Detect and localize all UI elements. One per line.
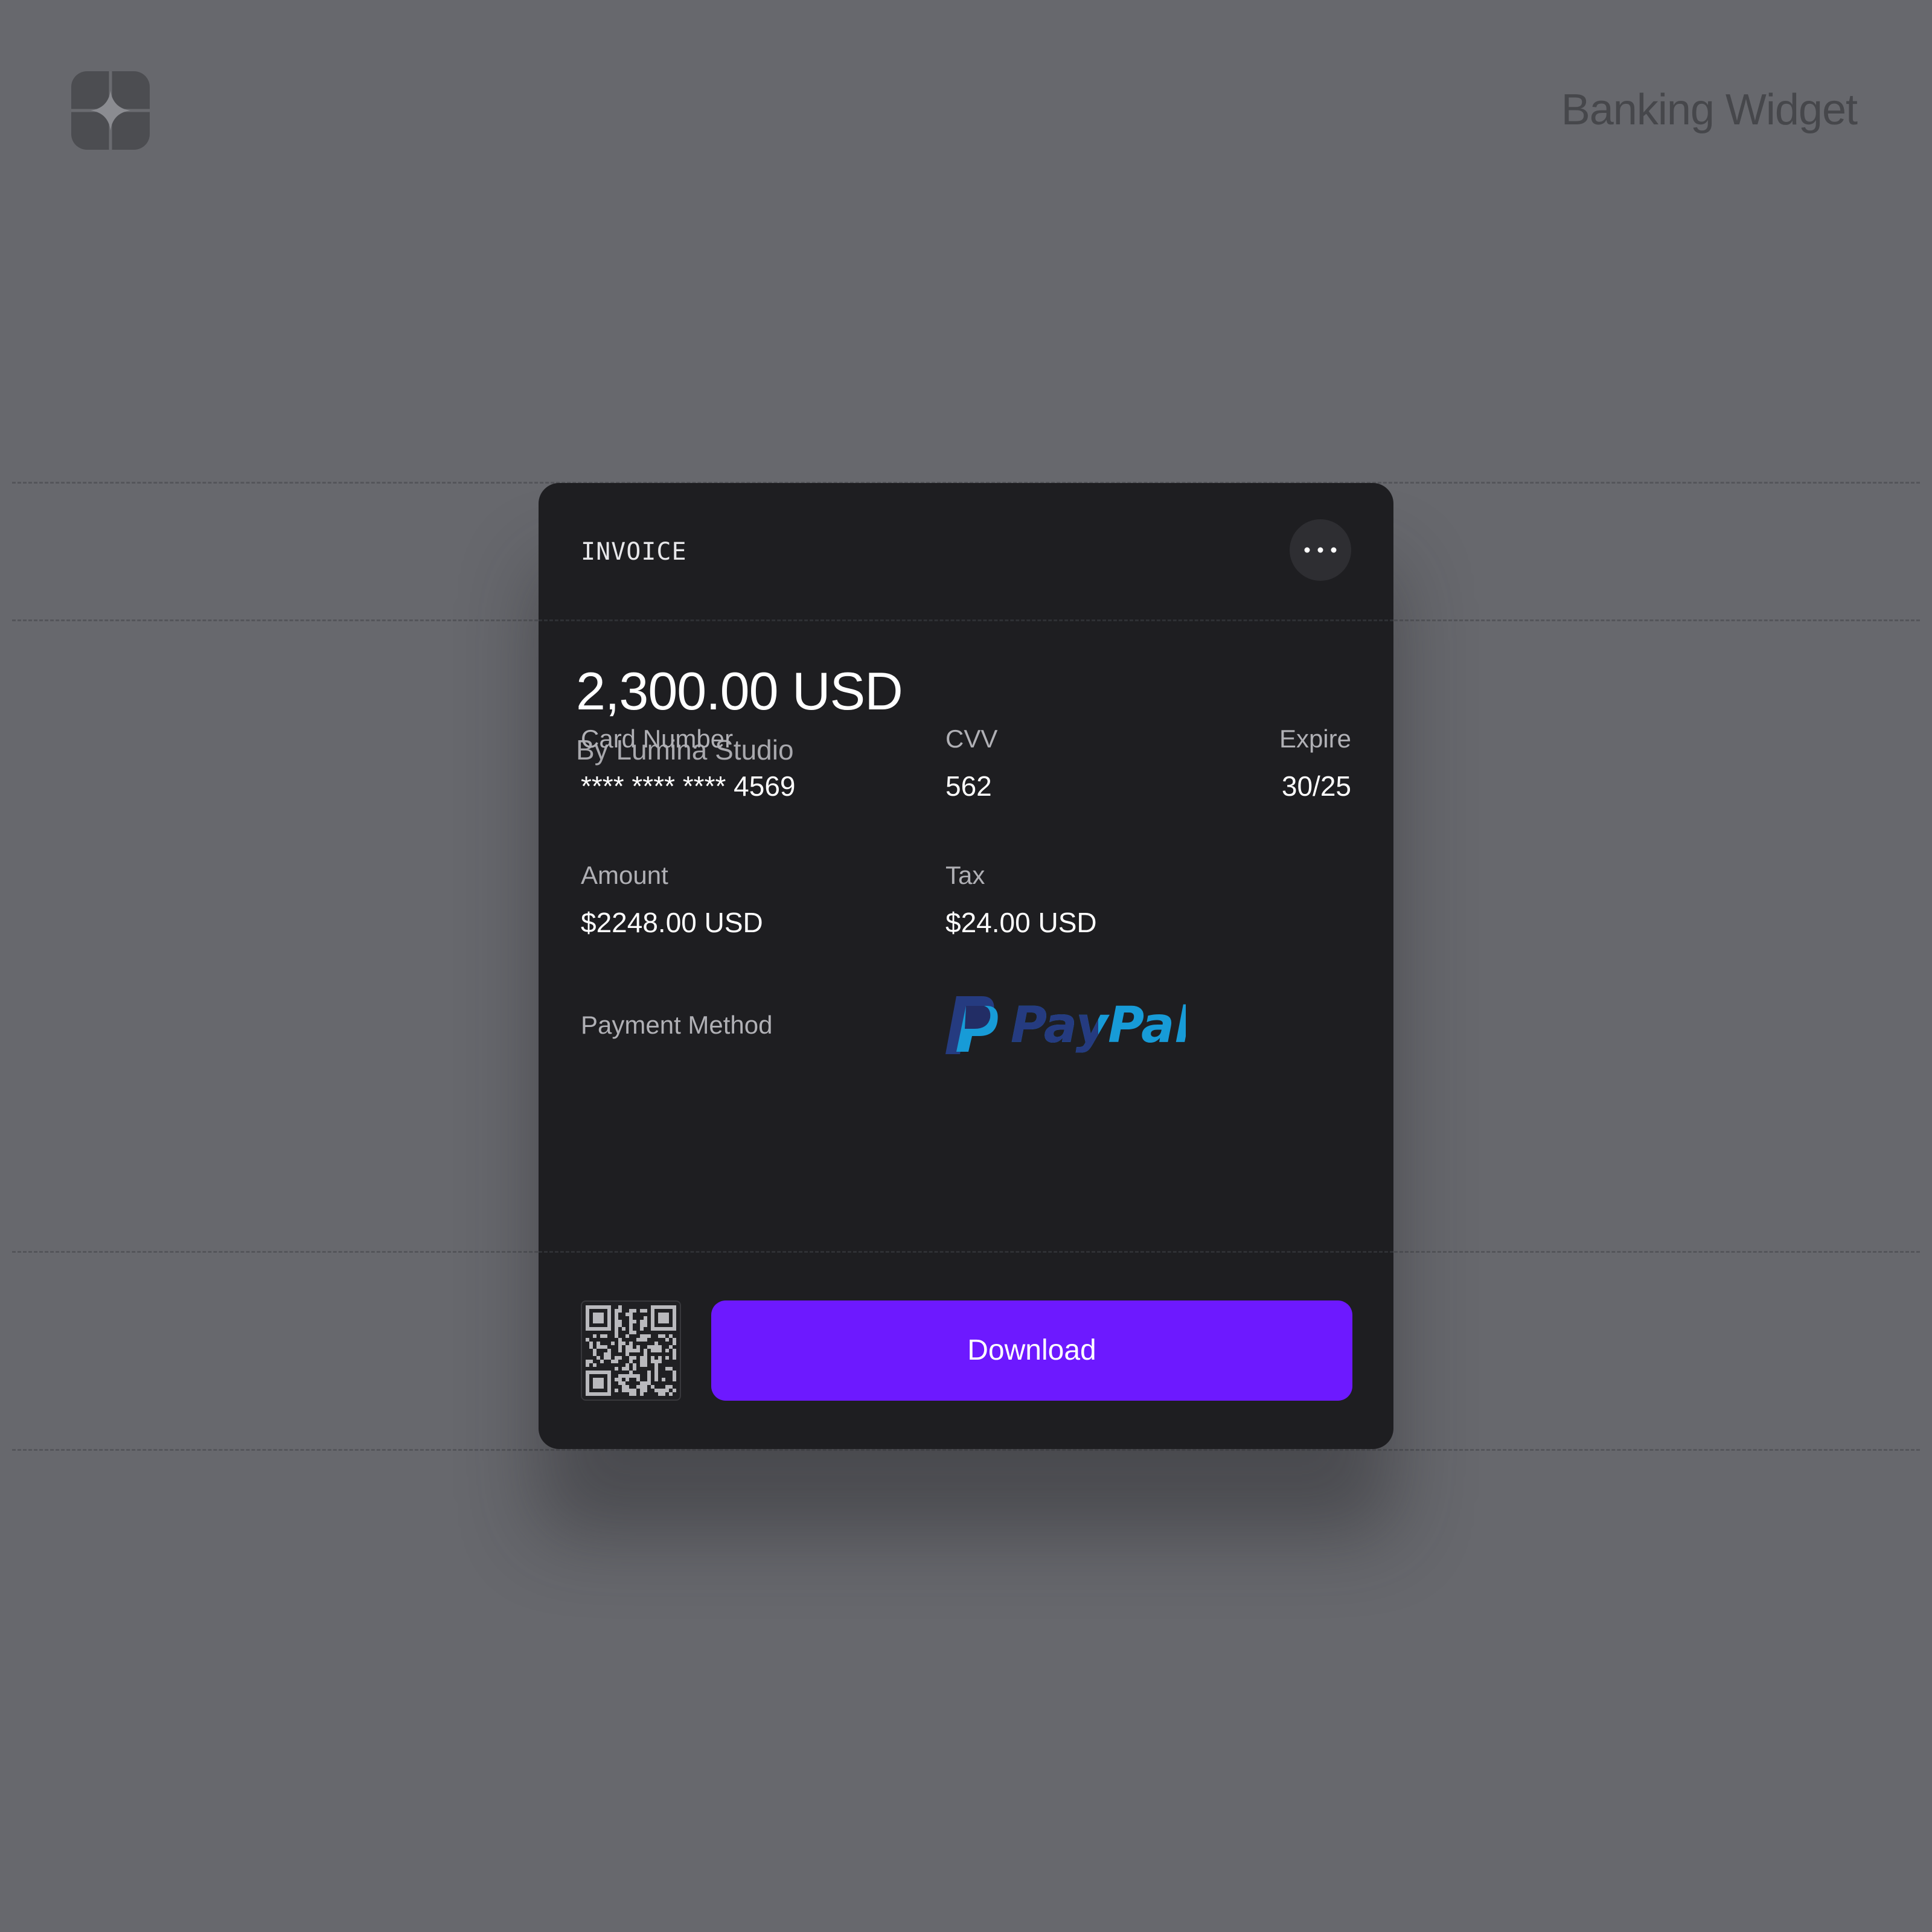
card-number-value: **** **** **** 4569 — [581, 770, 796, 802]
expire-label: Expire — [1279, 724, 1351, 753]
more-options-button[interactable] — [1290, 519, 1351, 581]
invoice-label: INVOICE — [581, 538, 687, 566]
tax-value: $24.00 USD — [945, 907, 1097, 938]
amount-label: Amount — [581, 861, 668, 889]
paypal-logo: PayPal PayPal — [945, 996, 1186, 1054]
more-horizontal-icon — [1304, 547, 1337, 553]
expire-value: 30/25 — [1281, 770, 1351, 802]
guide-line — [12, 1449, 1920, 1451]
tax-label: Tax — [945, 861, 985, 889]
cvv-label: CVV — [945, 724, 998, 753]
amount-value: $2248.00 USD — [581, 907, 763, 938]
download-button[interactable]: Download — [711, 1300, 1352, 1401]
card-divider — [539, 619, 1393, 621]
payment-method-label: Payment Method — [581, 1011, 773, 1039]
page-title: Banking Widget — [1561, 86, 1858, 134]
card-divider — [539, 1251, 1393, 1253]
invoice-card: INVOICE 2,300.00 USD By Lumina Studio Ca… — [539, 483, 1393, 1449]
cvv-value: 562 — [945, 770, 992, 802]
card-number-label: Card Number — [581, 724, 734, 753]
sparkle-icon — [71, 71, 150, 150]
qr-code-icon — [581, 1300, 681, 1401]
invoice-total: 2,300.00 USD — [576, 661, 903, 721]
